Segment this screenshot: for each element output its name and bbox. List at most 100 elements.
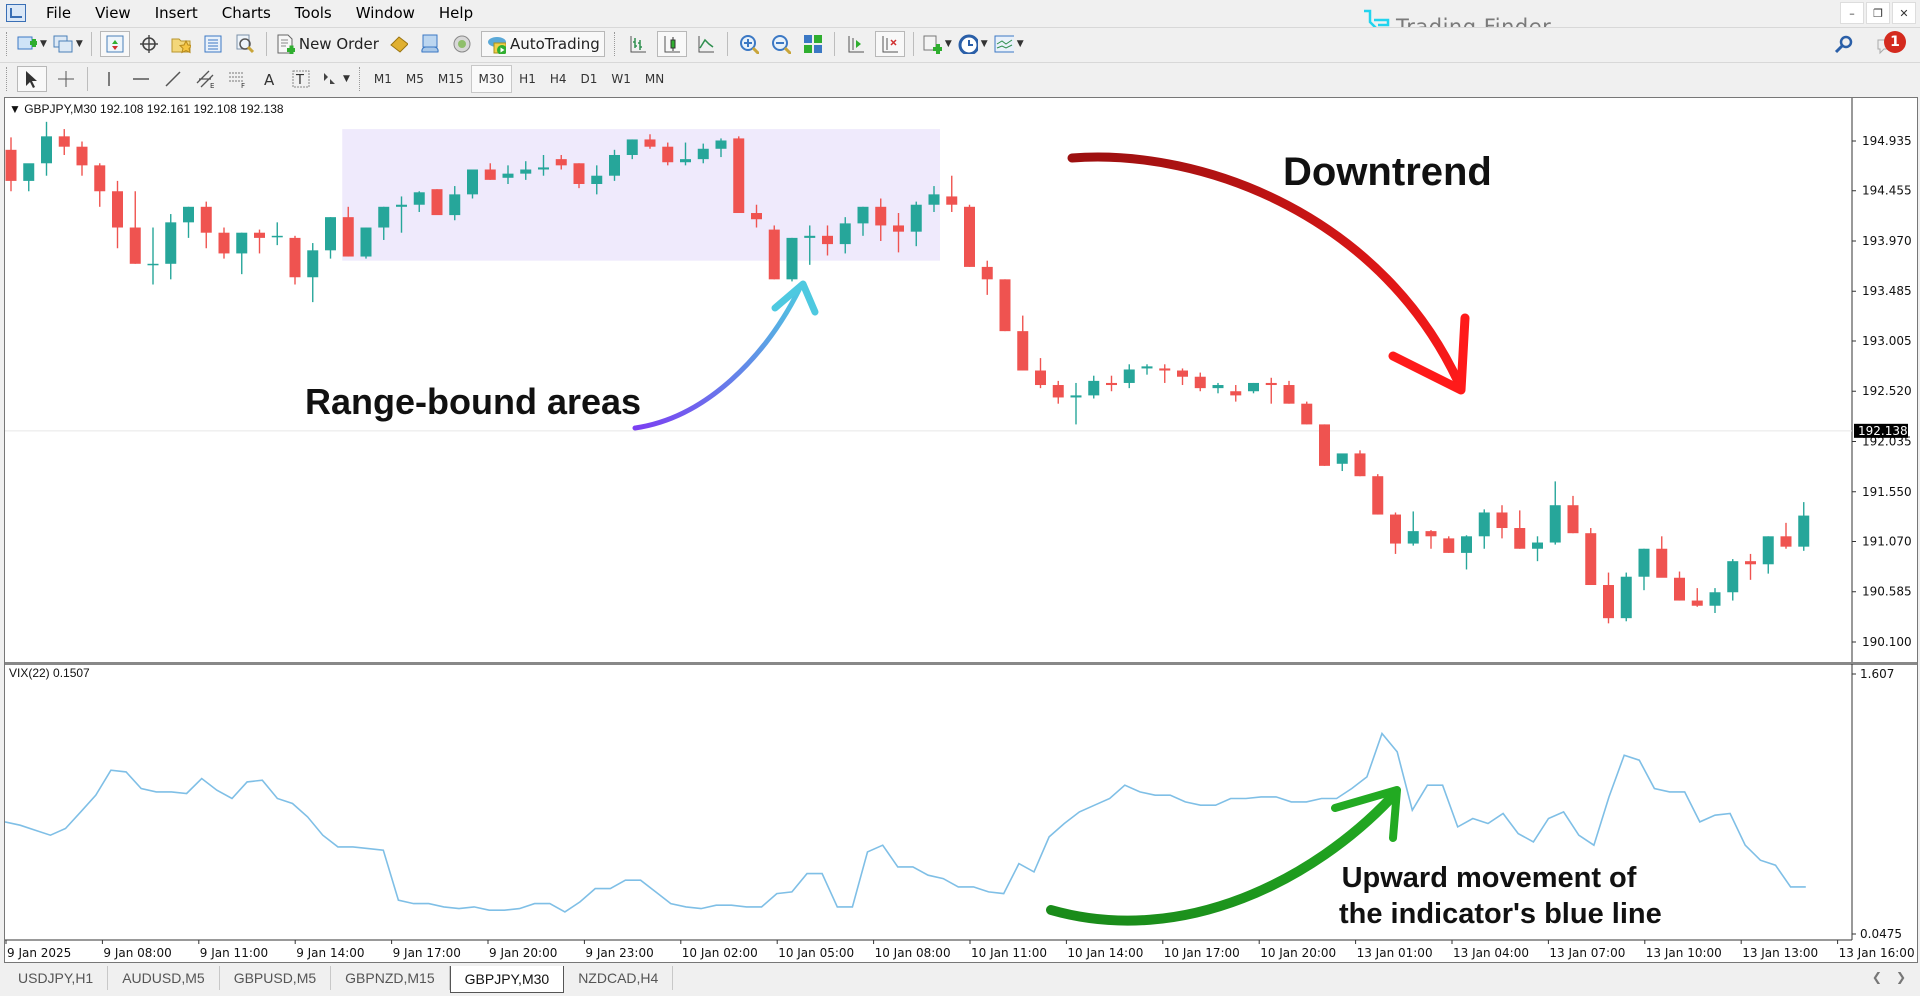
zoom-in-button[interactable] <box>736 31 762 57</box>
fibonacci-button[interactable]: F <box>224 66 250 92</box>
timeframe-m30[interactable]: M30 <box>470 65 513 93</box>
horizontal-line-icon <box>133 78 149 80</box>
navigator-button[interactable] <box>168 31 194 57</box>
timeframe-h4[interactable]: H4 <box>543 66 574 92</box>
price-tick-label: 193.485 <box>1862 284 1912 298</box>
menu-view[interactable]: View <box>83 0 143 26</box>
scroll-left-icon[interactable]: ❮ <box>1872 970 1882 984</box>
cloud-window-icon <box>421 34 439 53</box>
candle-bear <box>573 163 585 185</box>
timeframe-m15[interactable]: M15 <box>431 66 471 92</box>
autotrading-icon <box>487 37 506 54</box>
candlestick-chart-button[interactable] <box>656 31 687 57</box>
cursor-tool-button[interactable] <box>17 66 47 92</box>
profiles-button[interactable]: ▼ <box>53 31 83 57</box>
timeframe-m1[interactable]: M1 <box>367 66 399 92</box>
candle-bull <box>1478 512 1490 537</box>
price-tick-label: 193.005 <box>1862 334 1912 348</box>
menu-help[interactable]: Help <box>427 0 485 26</box>
text-label-button[interactable]: T <box>288 66 314 92</box>
symbol-header: ▼ GBPJPY,M30 192.108 192.161 192.108 192… <box>9 102 284 116</box>
bar-chart-icon <box>630 36 646 53</box>
toolbar-separator <box>87 67 88 91</box>
candle-bear <box>1106 382 1117 386</box>
timeframe-w1[interactable]: W1 <box>604 66 638 92</box>
autotrading-button[interactable]: AutoTrading <box>480 31 605 57</box>
chart-window[interactable]: 194.935 194.455 193.970 193.485 193.005 192.5… <box>4 97 1918 963</box>
time-tick-label: 13 Jan 13:00 <box>1742 946 1818 960</box>
timeframe-bar: M1 M5 M15 M30 H1 H4 D1 W1 MN <box>367 65 671 93</box>
time-tick-label: 13 Jan 10:00 <box>1646 946 1722 960</box>
text-tool-button[interactable]: A <box>256 66 282 92</box>
trendline-button[interactable] <box>160 66 186 92</box>
zoom-out-button[interactable] <box>768 31 794 57</box>
chart-shift-button[interactable] <box>843 31 869 57</box>
tab-gbpusd-m5[interactable]: GBPUSD,M5 <box>220 966 332 990</box>
bar-chart-button[interactable] <box>625 31 651 57</box>
arrows-button[interactable]: ▼ <box>320 66 350 92</box>
timeframe-mn[interactable]: MN <box>638 66 671 92</box>
horizontal-line-button[interactable] <box>128 66 154 92</box>
menu-charts[interactable]: Charts <box>210 0 283 26</box>
time-tick-label: 9 Jan 2025 <box>7 946 71 960</box>
tab-gbpnzd-m15[interactable]: GBPNZD,M15 <box>331 966 450 990</box>
tab-nzdcad-h4[interactable]: NZDCAD,H4 <box>564 966 674 990</box>
folder-star-icon <box>171 38 191 54</box>
candle-bull <box>1123 369 1135 383</box>
metaeditor-button[interactable] <box>385 31 411 57</box>
chart-shift-icon <box>848 36 864 53</box>
text-a-icon: A <box>264 71 275 89</box>
vertical-line-button[interactable] <box>96 66 122 92</box>
indicators-button[interactable]: ▼ <box>922 31 952 57</box>
candle-bear <box>1514 528 1526 549</box>
tab-audusd-m5[interactable]: AUDUSD,M5 <box>108 966 220 990</box>
periods-button[interactable]: ▼ <box>958 31 988 57</box>
vps-button[interactable] <box>449 31 475 57</box>
candle-bear <box>289 237 301 278</box>
candle-bull <box>449 194 461 216</box>
tab-usdjpy-h1[interactable]: USDJPY,H1 <box>4 966 109 990</box>
messages-button[interactable]: 1 <box>1876 31 1906 57</box>
search-icon[interactable] <box>1834 34 1854 54</box>
menu-tools[interactable]: Tools <box>283 0 344 26</box>
data-window-button[interactable] <box>136 31 162 57</box>
terminal-button[interactable] <box>200 31 226 57</box>
toolbar-grip[interactable] <box>613 32 618 56</box>
time-tick-label: 13 Jan 04:00 <box>1453 946 1529 960</box>
broadcast-icon <box>453 35 471 53</box>
time-tick-label: 9 Jan 08:00 <box>103 946 171 960</box>
candle-bull <box>502 173 514 178</box>
chart-canvas[interactable]: 194.935 194.455 193.970 193.485 193.005 192.5… <box>5 98 1917 962</box>
templates-icon <box>994 35 1014 53</box>
pane-divider[interactable] <box>5 662 1917 665</box>
close-button[interactable]: ✕ <box>1892 2 1916 24</box>
candle-bull <box>538 167 549 170</box>
tile-windows-button[interactable] <box>800 31 826 57</box>
toolbar-grip[interactable] <box>358 67 363 91</box>
timeframe-m5[interactable]: M5 <box>399 66 431 92</box>
minimize-button[interactable]: – <box>1840 2 1864 24</box>
templates-button[interactable]: ▼ <box>994 31 1024 57</box>
signals-button[interactable] <box>417 31 443 57</box>
menu-file[interactable]: File <box>34 0 83 26</box>
new-chart-button[interactable]: ▼ <box>17 31 47 57</box>
menu-window[interactable]: Window <box>344 0 427 26</box>
market-watch-button[interactable] <box>99 31 130 57</box>
scroll-right-icon[interactable]: ❯ <box>1896 970 1906 984</box>
tab-gbpjpy-m30[interactable]: GBPJPY,M30 <box>449 966 565 993</box>
timeframe-d1[interactable]: D1 <box>574 66 605 92</box>
timeframe-h1[interactable]: H1 <box>512 66 543 92</box>
toolbar-grip[interactable] <box>6 32 10 56</box>
line-chart-button[interactable] <box>693 31 719 57</box>
cursor-icon <box>26 71 37 88</box>
time-tick-label: 9 Jan 11:00 <box>200 946 268 960</box>
menu-insert[interactable]: Insert <box>143 0 210 26</box>
strategy-tester-button[interactable] <box>232 31 258 57</box>
restore-button[interactable]: ❐ <box>1866 2 1890 24</box>
new-order-button[interactable]: New Order <box>275 31 379 57</box>
equidistant-channel-button[interactable]: E <box>192 66 218 92</box>
auto-scroll-button[interactable] <box>874 31 905 57</box>
crosshair-tool-button[interactable] <box>53 66 79 92</box>
toolbar-grip[interactable] <box>6 67 10 91</box>
candle-bear <box>1265 382 1277 386</box>
